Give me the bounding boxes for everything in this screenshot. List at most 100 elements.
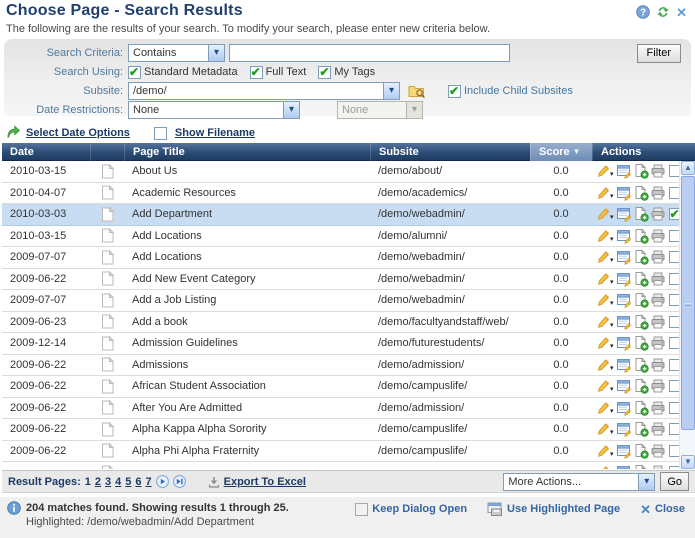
edit-properties-icon[interactable]: [616, 185, 632, 201]
edit-properties-icon[interactable]: [616, 228, 632, 244]
edit-dropdown-icon[interactable]: ▾: [610, 407, 614, 415]
print-page-icon[interactable]: [650, 400, 666, 416]
edit-dropdown-icon[interactable]: ▾: [610, 192, 614, 200]
edit-dropdown-icon[interactable]: ▾: [610, 170, 614, 178]
refresh-icon[interactable]: [656, 5, 670, 19]
print-page-icon[interactable]: [650, 464, 666, 469]
show-filename-link[interactable]: Show Filename: [175, 127, 255, 139]
browse-folder-icon[interactable]: [408, 84, 426, 99]
page-link-3[interactable]: 3: [105, 476, 111, 488]
print-page-icon[interactable]: [650, 378, 666, 394]
edit-properties-icon[interactable]: [616, 206, 632, 222]
full-text-checkbox[interactable]: [250, 66, 263, 79]
standard-metadata-checkbox[interactable]: [128, 66, 141, 79]
table-row[interactable]: 2010-03-15 About Us /demo/about/ 0.0 ▾: [2, 161, 679, 183]
copy-page-icon[interactable]: [633, 185, 649, 201]
copy-page-icon[interactable]: [633, 400, 649, 416]
edit-page-icon[interactable]: [596, 228, 611, 244]
edit-dropdown-icon[interactable]: ▾: [610, 342, 614, 350]
print-page-icon[interactable]: [650, 335, 666, 351]
print-page-icon[interactable]: [650, 163, 666, 179]
print-page-icon[interactable]: [650, 249, 666, 265]
copy-page-icon[interactable]: [633, 206, 649, 222]
table-row[interactable]: 2009-07-07 Add a Job Listing /demo/webad…: [2, 290, 679, 312]
scroll-down-icon[interactable]: ▼: [681, 455, 695, 469]
edit-properties-icon[interactable]: [616, 400, 632, 416]
edit-properties-icon[interactable]: [616, 292, 632, 308]
edit-dropdown-icon[interactable]: ▾: [610, 213, 614, 221]
criteria-operator-select[interactable]: Contains: [128, 44, 225, 62]
export-to-excel-link[interactable]: Export To Excel: [224, 476, 306, 488]
edit-page-icon[interactable]: [596, 249, 611, 265]
copy-page-icon[interactable]: [633, 228, 649, 244]
table-row[interactable]: 2009-07-07 Add Locations /demo/webadmin/…: [2, 247, 679, 269]
copy-page-icon[interactable]: [633, 314, 649, 330]
copy-page-icon[interactable]: [633, 249, 649, 265]
page-link-5[interactable]: 5: [125, 476, 131, 488]
filter-button[interactable]: Filter: [637, 44, 681, 63]
edit-dropdown-icon[interactable]: ▾: [610, 428, 614, 436]
scroll-up-icon[interactable]: ▲: [681, 161, 695, 175]
page-link-7[interactable]: 7: [146, 476, 152, 488]
edit-properties-icon[interactable]: [616, 271, 632, 287]
column-header-title[interactable]: Page Title: [124, 143, 370, 161]
copy-page-icon[interactable]: [633, 292, 649, 308]
table-row[interactable]: 2009-06-22 Admissions /demo/admission/ 0…: [2, 355, 679, 377]
edit-dropdown-icon[interactable]: ▾: [610, 450, 614, 458]
print-page-icon[interactable]: [650, 228, 666, 244]
copy-page-icon[interactable]: [633, 443, 649, 459]
copy-page-icon[interactable]: [633, 335, 649, 351]
table-row[interactable]: 2009-06-22 African Student Association /…: [2, 376, 679, 398]
select-date-options-link[interactable]: Select Date Options: [26, 127, 130, 139]
print-page-icon[interactable]: [650, 292, 666, 308]
print-page-icon[interactable]: [650, 206, 666, 222]
table-row[interactable]: ▾: [2, 462, 679, 469]
column-header-score[interactable]: Score ▼: [530, 143, 592, 161]
close-dialog-button[interactable]: ✕ Close: [640, 503, 685, 516]
edit-dropdown-icon[interactable]: ▾: [610, 235, 614, 243]
edit-page-icon[interactable]: [596, 185, 611, 201]
table-row[interactable]: 2009-06-23 Add a book /demo/facultyandst…: [2, 312, 679, 334]
edit-dropdown-icon[interactable]: ▾: [610, 321, 614, 329]
page-link-6[interactable]: 6: [135, 476, 141, 488]
column-header-date[interactable]: Date: [2, 143, 90, 161]
edit-page-icon[interactable]: [596, 292, 611, 308]
edit-page-icon[interactable]: [596, 335, 611, 351]
edit-page-icon[interactable]: [596, 357, 611, 373]
date-restrictions-select[interactable]: None: [128, 101, 300, 119]
edit-properties-icon[interactable]: [616, 163, 632, 179]
keep-dialog-open-checkbox[interactable]: [355, 503, 368, 516]
go-button[interactable]: Go: [660, 472, 689, 491]
edit-properties-icon[interactable]: [616, 314, 632, 330]
edit-page-icon[interactable]: [596, 464, 611, 469]
copy-page-icon[interactable]: [633, 163, 649, 179]
scrollbar-thumb[interactable]: [681, 176, 695, 430]
more-actions-select[interactable]: More Actions...: [503, 473, 655, 491]
table-row[interactable]: 2009-06-22 Add New Event Category /demo/…: [2, 269, 679, 291]
keep-dialog-open-control[interactable]: Keep Dialog Open: [355, 503, 467, 516]
edit-properties-icon[interactable]: [616, 249, 632, 265]
edit-dropdown-icon[interactable]: ▾: [610, 278, 614, 286]
print-page-icon[interactable]: [650, 357, 666, 373]
my-tags-checkbox[interactable]: [318, 66, 331, 79]
print-page-icon[interactable]: [650, 271, 666, 287]
edit-dropdown-icon[interactable]: ▾: [610, 385, 614, 393]
copy-page-icon[interactable]: [633, 464, 649, 469]
subsite-select[interactable]: /demo/: [128, 82, 400, 100]
show-filename-checkbox[interactable]: [154, 127, 167, 140]
edit-properties-icon[interactable]: [616, 378, 632, 394]
edit-properties-icon[interactable]: [616, 443, 632, 459]
copy-page-icon[interactable]: [633, 421, 649, 437]
help-icon[interactable]: ?: [636, 5, 650, 19]
edit-page-icon[interactable]: [596, 400, 611, 416]
close-icon[interactable]: ✕: [676, 6, 687, 19]
print-page-icon[interactable]: [650, 421, 666, 437]
table-row[interactable]: 2009-06-22 Alpha Phi Alpha Fraternity /d…: [2, 441, 679, 463]
use-highlighted-page-button[interactable]: Use Highlighted Page: [487, 502, 620, 516]
edit-dropdown-icon[interactable]: ▾: [610, 364, 614, 372]
edit-page-icon[interactable]: [596, 378, 611, 394]
edit-dropdown-icon[interactable]: ▾: [610, 299, 614, 307]
table-row[interactable]: 2009-12-14 Admission Guidelines /demo/fu…: [2, 333, 679, 355]
edit-properties-icon[interactable]: [616, 421, 632, 437]
last-page-icon[interactable]: [173, 475, 186, 488]
